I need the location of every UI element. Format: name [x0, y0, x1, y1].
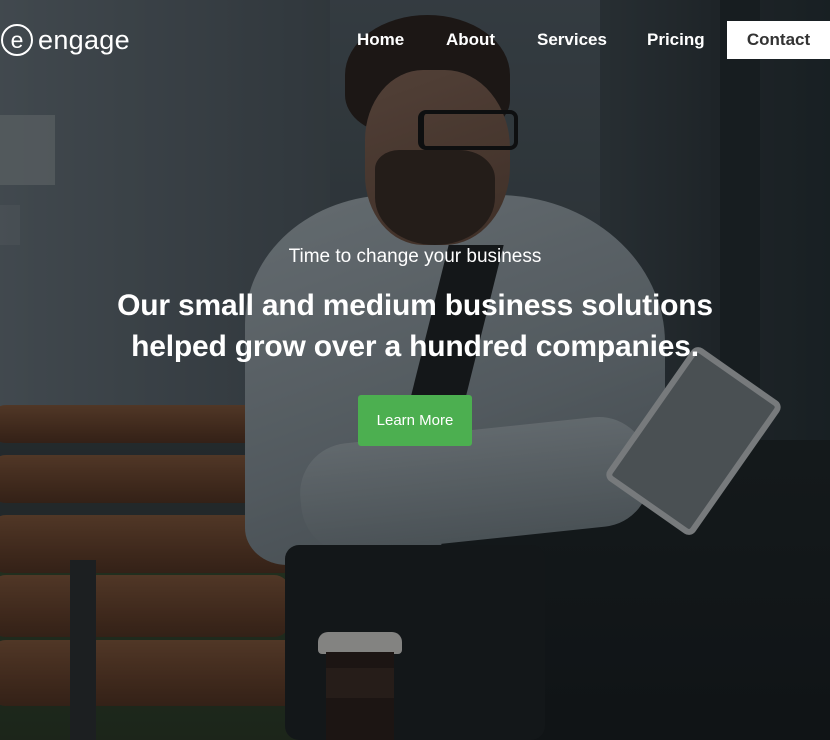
- hero-tagline: Time to change your business: [288, 246, 542, 267]
- nav-item-home[interactable]: Home: [357, 21, 404, 59]
- hero-headline: Our small and medium business solutions …: [0, 285, 830, 367]
- site-header: e engage Home About Services Pricing Con…: [0, 0, 830, 80]
- nav-contact-button[interactable]: Contact: [727, 21, 830, 59]
- nav-item-pricing[interactable]: Pricing: [647, 21, 705, 59]
- learn-more-button[interactable]: Learn More: [358, 395, 472, 446]
- hero-headline-line-2: helped grow over a hundred companies.: [131, 330, 699, 363]
- hero-dark-overlay: [0, 0, 830, 740]
- nav-item-about[interactable]: About: [446, 21, 495, 59]
- main-nav: Home About Services Pricing Contact: [0, 21, 830, 59]
- hero-headline-line-1: Our small and medium business solutions: [117, 289, 713, 322]
- nav-item-services[interactable]: Services: [537, 21, 607, 59]
